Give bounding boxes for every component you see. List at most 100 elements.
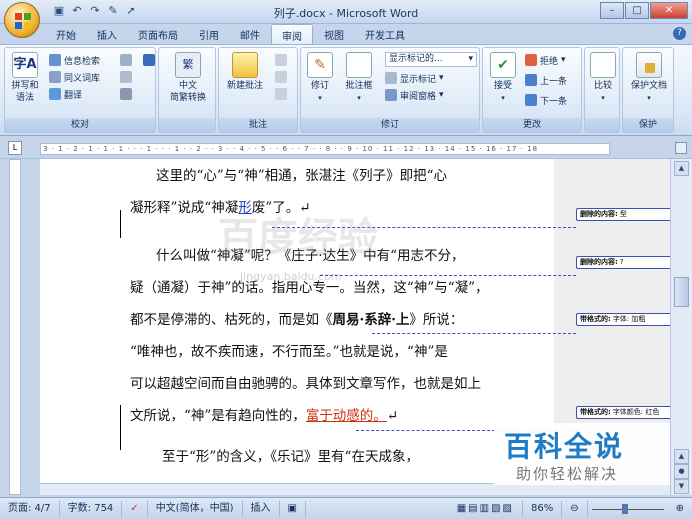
comment-balloon[interactable]: 带格式的: 字体颜色: 红色: [576, 406, 672, 419]
spelling-grammar-button[interactable]: 字A 拼写和 语法: [8, 52, 42, 104]
ruler-ticks[interactable]: 3 · 1 · 2 · 1 · 1 · 1 · · · 1 · · · 1 · …: [40, 143, 610, 155]
ghost-watermark: 百度经验: [218, 215, 378, 261]
minimize-button[interactable]: –: [600, 2, 624, 19]
previous-comment-button[interactable]: [275, 69, 287, 85]
comment-balloon[interactable]: 删除的内容:?: [576, 256, 672, 269]
next-comment-button[interactable]: [275, 86, 287, 102]
chinese-convert-button[interactable]: 繁 中文 简繁转换: [163, 52, 213, 104]
scroll-thumb[interactable]: [674, 277, 689, 307]
vertical-ruler-bar[interactable]: [9, 159, 21, 495]
previous-change-button[interactable]: 上一条: [525, 72, 567, 88]
select-browse-object-icon[interactable]: ●: [674, 464, 689, 479]
document-line[interactable]: 文所说，“神”是有趋向性的，富于动感的。↵: [130, 401, 550, 432]
next-change-button[interactable]: 下一条: [525, 92, 567, 108]
delete-comment-icon: [275, 54, 287, 66]
next-page-icon[interactable]: ▼: [674, 479, 689, 494]
vertical-scrollbar[interactable]: ▲ ▲ ● ▼: [670, 159, 692, 495]
balloons-icon: [346, 52, 372, 78]
research-button[interactable]: 信息检索: [49, 52, 100, 68]
title-bar: ▣ ↶ ↷ ✎ ➚ 列子.docx - Microsoft Word – □ ✕: [0, 0, 692, 24]
language-button[interactable]: [120, 86, 132, 102]
protect-document-button[interactable]: 保护文档 ▾: [625, 52, 673, 104]
tab-6[interactable]: 视图: [314, 24, 354, 44]
document-line[interactable]: 可以超越空间而自由驰骋的。具体到文章写作，也就是如上: [130, 369, 550, 400]
translate-label: 翻译: [64, 90, 83, 101]
document-line[interactable]: “唯神也，故不疾而速，不行而至。”也就是说，“神”是: [130, 337, 550, 368]
status-page[interactable]: 页面: 4/7: [0, 500, 60, 517]
view-buttons[interactable]: ▦▤▥▧▨: [449, 500, 523, 517]
translation-tip-button[interactable]: [120, 69, 132, 85]
comment-balloon[interactable]: 删除的内容: 型: [576, 208, 672, 221]
watermark-subtitle: 助你轻松解决: [516, 465, 619, 483]
previous-change-icon: [525, 74, 537, 86]
tab-0[interactable]: 开始: [46, 24, 86, 44]
reviewing-pane-button[interactable]: 审阅窗格 ▾: [385, 87, 444, 103]
abc-button[interactable]: [143, 52, 155, 68]
status-mode[interactable]: 插入: [243, 500, 280, 517]
translate-button[interactable]: 翻译: [49, 86, 82, 102]
office-button[interactable]: [4, 2, 40, 38]
status-language[interactable]: 中文(简体，中国): [148, 500, 243, 517]
group-label-tracking: 修订: [301, 118, 479, 132]
tab-4[interactable]: 邮件: [230, 24, 270, 44]
scroll-up-icon[interactable]: ▲: [674, 161, 689, 176]
group-label-comments: 批注: [219, 118, 297, 132]
word-count-button[interactable]: [120, 52, 132, 68]
tab-7[interactable]: 开发工具: [355, 24, 415, 44]
tab-3[interactable]: 引用: [189, 24, 229, 44]
balloons-button[interactable]: 批注框 ▾: [339, 52, 379, 104]
status-words[interactable]: 字数: 754: [60, 500, 123, 517]
compare-button[interactable]: 比较 ▾: [588, 52, 618, 104]
track-changes-button[interactable]: ✎ 修订 ▾: [303, 52, 337, 104]
track-changes-dropdown-icon[interactable]: ▾: [303, 92, 337, 104]
view-ruler-icon[interactable]: [675, 142, 687, 154]
track-changes-icon: ✎: [307, 52, 333, 78]
reject-button[interactable]: 拒绝 ▾: [525, 52, 566, 68]
thesaurus-button[interactable]: 同义词库: [49, 69, 100, 85]
accept-button[interactable]: ✔ 接受 ▾: [485, 52, 521, 104]
previous-change-label: 上一条: [540, 76, 568, 87]
proofing-status-icon[interactable]: ✓: [122, 500, 148, 517]
protect-dropdown-icon[interactable]: ▾: [625, 92, 673, 104]
balloons-dropdown-icon[interactable]: ▾: [339, 92, 379, 104]
zoom-slider[interactable]: [588, 501, 668, 517]
document-line[interactable]: 这里的“心”与“神”相通，张湛注《列子》即把“心: [156, 161, 576, 192]
group-chinese: 繁 中文 简繁转换: [158, 47, 216, 133]
reject-label: 拒绝: [540, 56, 559, 67]
document-line[interactable]: 都不是停滞的、枯死的，而是如《周易·系辞·上》所说：: [130, 305, 550, 336]
zoom-out-icon[interactable]: ⊖: [562, 500, 588, 517]
tab-selector[interactable]: L: [8, 141, 22, 155]
accept-dropdown-icon[interactable]: ▾: [485, 92, 521, 104]
translation-tip-icon: [120, 71, 132, 83]
new-comment-button[interactable]: 新建批注: [221, 52, 269, 92]
balloon-label: 带格式的:: [580, 315, 611, 323]
prev-page-icon[interactable]: ▲: [674, 449, 689, 464]
help-icon[interactable]: ?: [673, 27, 686, 40]
tab-1[interactable]: 插入: [87, 24, 127, 44]
chevron-down-icon: ▾: [439, 90, 444, 100]
tab-2[interactable]: 页面布局: [128, 24, 188, 44]
compare-dropdown-icon[interactable]: ▾: [588, 92, 618, 104]
comment-balloon[interactable]: 带格式的: 字体: 加粗: [576, 313, 672, 326]
balloon-value: ?: [619, 258, 624, 266]
window-title: 列子.docx - Microsoft Word: [273, 7, 419, 20]
status-zoom[interactable]: 86%: [523, 500, 563, 517]
group-label-chinese: [159, 118, 215, 132]
macro-record-icon[interactable]: ▣: [280, 500, 306, 517]
spelling-label: 拼写和 语法: [11, 81, 39, 103]
delete-comment-button[interactable]: [275, 52, 287, 68]
display-for-review-dropdown[interactable]: 显示标记的... ▾: [385, 52, 477, 67]
show-markup-button[interactable]: 显示标记 ▾: [385, 70, 444, 86]
text-run: ↵: [386, 408, 399, 424]
zoom-in-icon[interactable]: ⊕: [668, 501, 692, 517]
close-button[interactable]: ✕: [650, 2, 688, 19]
balloon-label: 带格式的:: [580, 408, 611, 416]
balloon-value: 型: [619, 210, 627, 218]
maximize-button[interactable]: □: [625, 2, 649, 19]
group-changes: ✔ 接受 ▾ 拒绝 ▾ 上一条 下一条 更改: [482, 47, 582, 133]
next-change-label: 下一条: [540, 96, 568, 107]
tab-5[interactable]: 审阅: [271, 24, 313, 44]
reviewing-pane-icon: [385, 89, 397, 101]
formatted-text: 富于动感的。: [305, 408, 387, 424]
accept-label: 接受: [493, 81, 512, 91]
